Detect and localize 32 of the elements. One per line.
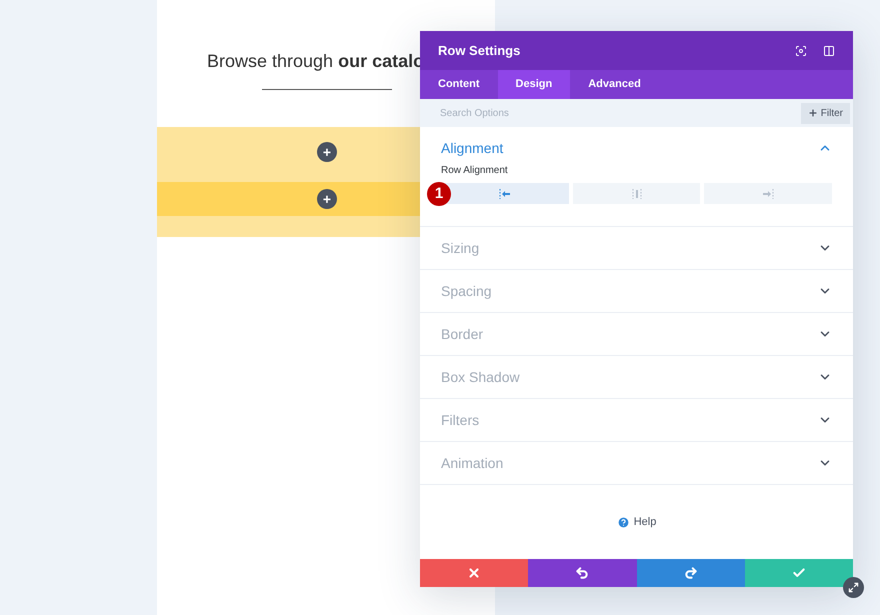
save-button[interactable]	[744, 559, 853, 587]
section-title: Border	[441, 324, 484, 344]
section-title: Alignment	[441, 138, 504, 158]
filter-button[interactable]: Filter	[800, 102, 850, 124]
close-icon	[467, 566, 482, 580]
plus-icon	[808, 108, 818, 118]
check-icon	[792, 566, 806, 580]
redo-icon	[684, 566, 698, 580]
help-icon	[616, 516, 630, 528]
align-center-icon	[632, 188, 642, 198]
tab[interactable]: Advanced	[570, 70, 659, 99]
add-button[interactable]: +	[317, 189, 337, 209]
tab[interactable]: Content	[420, 70, 498, 99]
tab[interactable]: Design	[498, 70, 570, 99]
section-title: Sizing	[441, 238, 480, 258]
section-title: Spacing	[441, 282, 493, 301]
sidebar-icon[interactable]	[823, 44, 835, 56]
panel-title: Row Settings	[438, 42, 522, 60]
section-title: Box Shadow	[441, 368, 521, 386]
help-link[interactable]: Help	[616, 514, 656, 530]
undo-icon	[575, 566, 590, 580]
focus-icon[interactable]	[795, 44, 807, 56]
step-badge: 1	[427, 182, 451, 206]
add-button[interactable]: +	[317, 142, 337, 162]
align-left-icon	[498, 188, 511, 198]
resize-handle[interactable]	[843, 577, 864, 598]
section-title: Filters	[441, 410, 480, 430]
search-field[interactable]: Search Options Filter	[420, 99, 853, 127]
field-label: Row Alignment	[441, 164, 509, 178]
section-title: Animation	[441, 454, 504, 472]
align-right-icon	[762, 188, 774, 198]
resize-icon	[848, 582, 859, 593]
